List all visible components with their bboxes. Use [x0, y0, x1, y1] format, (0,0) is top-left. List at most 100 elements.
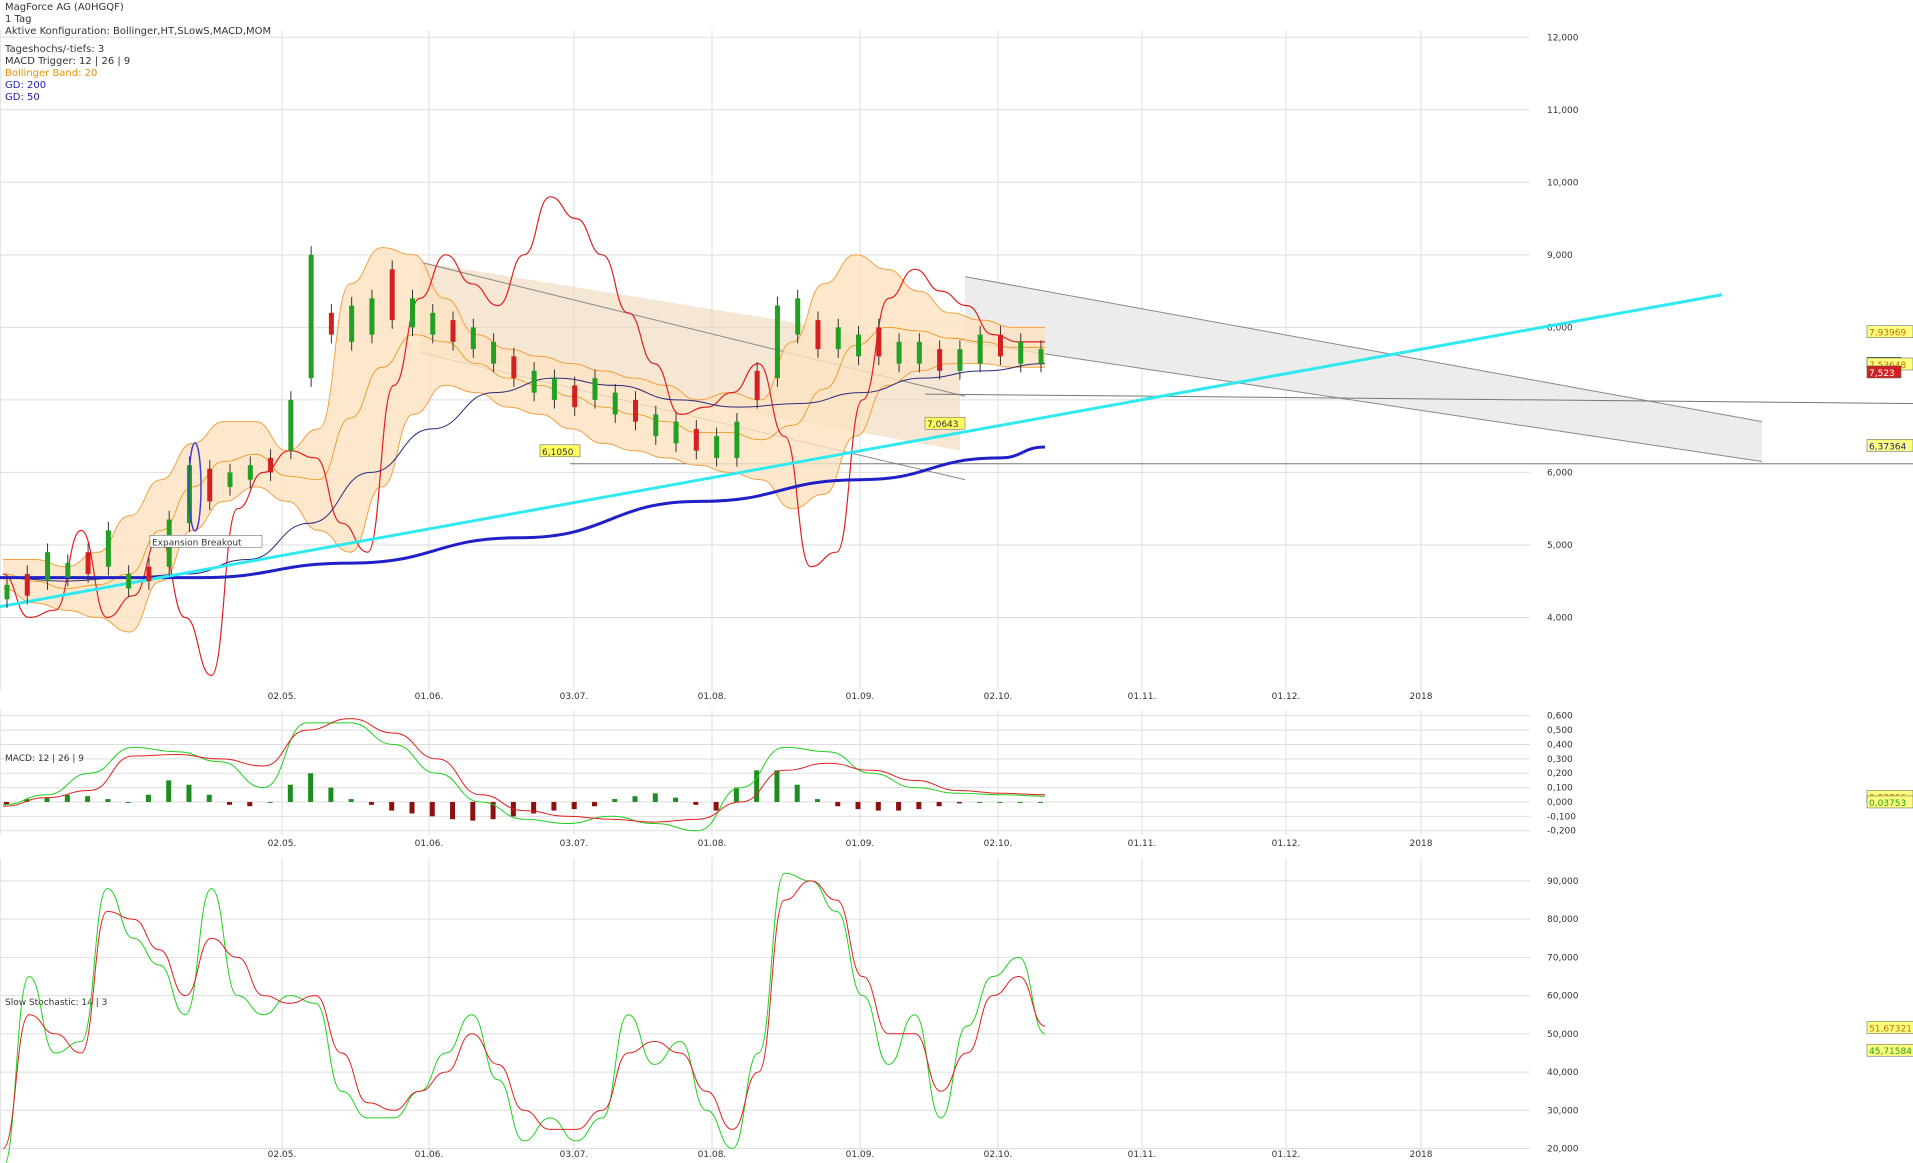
candle-body: [511, 356, 517, 379]
chart-interval: 1 Tag: [5, 14, 32, 25]
macd-histogram-bar: [409, 801, 415, 814]
price-y-tick-label: 10,000: [1547, 178, 1579, 188]
macd-histogram-bar: [1038, 801, 1043, 803]
candle-body: [734, 421, 740, 458]
candle-body: [409, 298, 415, 328]
macd-histogram-bar: [44, 797, 50, 802]
macd-histogram-bar: [916, 801, 922, 810]
stoch-series-line-0: [5, 872, 1046, 1163]
macd-histogram-bar: [835, 801, 841, 807]
price-panel: 02.05. 01.06. 03.07. 01.08. 01.09. 02.10. 01.1…: [0, 30, 1913, 702]
macd-histogram-bar: [206, 794, 212, 802]
legend-gd50: GD: 50: [5, 92, 40, 103]
macd-histogram-bar: [551, 801, 557, 811]
macd-histogram-bar: [348, 799, 354, 802]
annotation-7-0643: 7,0643: [927, 420, 959, 430]
stochastic-panel: 02.05. 01.06. 03.07. 01.08. 01.09. 02.10. 01.1…: [0, 858, 1913, 1163]
price-x-tick-label: 03.07.: [560, 692, 589, 702]
macd-histogram-bar: [450, 801, 456, 820]
stoch-x-tick-label: 02.10.: [984, 1150, 1013, 1160]
price-x-tick-label: 2018: [1410, 692, 1433, 702]
candle-body: [774, 305, 780, 379]
candle-body: [795, 298, 801, 335]
candle-body: [470, 327, 476, 350]
price-label-right: 6,37364: [1869, 442, 1906, 452]
macd-histogram-bar: [186, 784, 192, 802]
candle-body: [551, 378, 557, 400]
price-x-tick-label: 01.12.: [1272, 692, 1301, 702]
candle-body: [1038, 349, 1044, 364]
price-y-tick-label: 12,000: [1547, 33, 1579, 43]
macd-histogram-bar: [693, 801, 699, 805]
macd-label-right: 0,03753: [1869, 799, 1906, 809]
macd-y-tick-label: 0,400: [1547, 740, 1573, 750]
macd-y-tick-label: 0,000: [1547, 798, 1573, 808]
candle-body: [288, 399, 294, 451]
candle-body: [24, 573, 30, 596]
price-y-tick-label: 9,000: [1547, 251, 1573, 261]
macd-histogram-bar: [713, 801, 719, 811]
macd-x-tick-label: 01.12.: [1272, 839, 1301, 849]
price-y-tick-label: 6,000: [1547, 468, 1573, 478]
macd-histogram-bar: [267, 801, 273, 803]
macd-histogram-bar: [64, 794, 70, 802]
macd-histogram-bar: [814, 799, 820, 802]
candle-body: [227, 472, 233, 487]
candle-body: [126, 573, 132, 589]
macd-histogram-bar: [977, 801, 983, 803]
macd-histogram-bar: [125, 801, 131, 803]
candle-body: [268, 457, 274, 473]
macd-histogram-bar: [1017, 801, 1023, 803]
candle-body: [592, 378, 598, 400]
candle-body: [876, 327, 882, 357]
candle-body: [673, 421, 679, 444]
macd-panel-title: MACD: 12 | 26 | 9: [5, 754, 84, 764]
macd-x-tick-label: 01.08.: [698, 839, 727, 849]
stoch-label-right: 45,71584: [1869, 1047, 1912, 1057]
price-x-tick-label: 01.06.: [415, 692, 444, 702]
macd-y-tick-label: 0,100: [1547, 784, 1573, 794]
macd-histogram-bar: [896, 801, 902, 811]
macd-x-tick-label: 01.09.: [846, 839, 875, 849]
macd-x-tick-label: 02.10.: [984, 839, 1013, 849]
macd-histogram-bar: [85, 796, 91, 802]
price-label-right: 7,523: [1869, 369, 1895, 379]
stoch-x-tick-label: 01.12.: [1272, 1150, 1301, 1160]
candle-body: [815, 320, 821, 350]
price-y-tick-label: 11,000: [1547, 106, 1579, 116]
macd-histogram-bar: [956, 801, 962, 804]
stoch-x-tick-label: 02.05.: [268, 1150, 297, 1160]
price-x-tick-label: 02.10.: [984, 692, 1013, 702]
candle-body: [349, 305, 355, 342]
candle-body: [491, 341, 497, 364]
stoch-y-tick-label: 60,000: [1547, 992, 1579, 1002]
stoch-y-tick-label: 70,000: [1547, 953, 1579, 963]
macd-histogram-bar: [328, 787, 334, 802]
candle-body: [937, 349, 943, 371]
legend-bollinger: Bollinger Band: 20: [5, 68, 98, 79]
candle-body: [4, 584, 10, 600]
macd-histogram-bar: [855, 801, 861, 810]
macd-x-tick-label: 2018: [1410, 839, 1433, 849]
candle-body: [1018, 341, 1024, 364]
macd-y-tick-label: -0,100: [1547, 812, 1576, 822]
candle-body: [328, 312, 334, 335]
stoch-x-tick-label: 01.06.: [415, 1150, 444, 1160]
price-x-tick-label: 01.11.: [1128, 692, 1157, 702]
candle-body: [146, 566, 152, 582]
macd-series-line-0: [2, 722, 1046, 832]
macd-histogram-bar: [997, 801, 1003, 803]
stoch-y-tick-label: 50,000: [1547, 1030, 1579, 1040]
macd-histogram-bar: [794, 784, 800, 802]
candle-body: [633, 399, 639, 422]
price-x-tick-label: 01.08.: [698, 692, 727, 702]
legend-tageshochs: Tageshochs/-tiefs: 3: [5, 44, 105, 55]
candle-body: [977, 334, 983, 364]
macd-y-tick-label: 0,200: [1547, 769, 1573, 779]
legend-macd-trigger: MACD Trigger: 12 | 26 | 9: [5, 56, 131, 67]
stoch-y-tick-label: 90,000: [1547, 877, 1579, 887]
candle-body: [572, 385, 578, 408]
candle-body: [430, 312, 436, 335]
candle-body: [612, 392, 618, 415]
stoch-x-tick-label: 2018: [1410, 1150, 1433, 1160]
